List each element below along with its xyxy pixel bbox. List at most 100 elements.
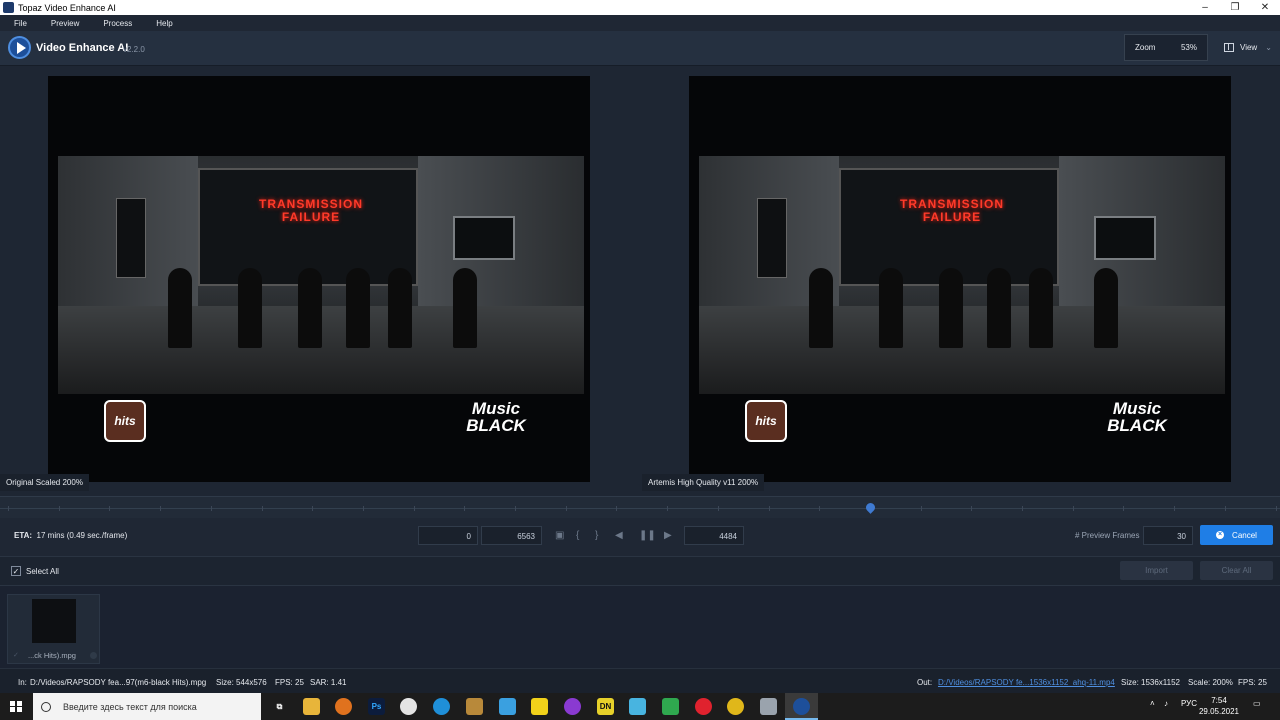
timeline-tick xyxy=(616,506,617,511)
volume-icon[interactable]: ♪ xyxy=(1164,699,1168,708)
notifications-icon[interactable]: ▭ xyxy=(1253,699,1261,708)
step-forward-icon[interactable]: ▶ xyxy=(664,530,672,541)
timeline-tick xyxy=(921,506,922,511)
input-sar: SAR: 1.41 xyxy=(310,678,347,687)
minimize-button[interactable]: – xyxy=(1190,0,1220,15)
menu-preview[interactable]: Preview xyxy=(51,19,79,28)
taskbar-search[interactable]: Введите здесь текст для поиска xyxy=(33,693,261,720)
original-caption: Original Scaled 200% xyxy=(0,474,89,491)
timeline-tick xyxy=(363,506,364,511)
chrome-icon[interactable] xyxy=(727,698,744,715)
timeline-scrubber[interactable] xyxy=(0,496,1280,518)
windows-taskbar: Введите здесь текст для поиска ⧉ Ps DN ˄… xyxy=(0,693,1280,720)
app-icon-blue[interactable] xyxy=(629,698,646,715)
zoom-value: 53% xyxy=(1180,43,1197,52)
menu-file[interactable]: File xyxy=(14,19,27,28)
task-view-icon[interactable]: ⧉ xyxy=(271,698,288,715)
original-preview-pane[interactable]: TRANSMISSION FAILURE hits Music BLACK xyxy=(48,76,590,482)
end-frame-field[interactable]: 6563 xyxy=(481,526,542,545)
app-header: Video Enhance AI v2.2.0 xyxy=(0,31,1280,66)
podcast-app-icon[interactable] xyxy=(564,698,581,715)
video-frame: TRANSMISSION FAILURE xyxy=(58,156,584,394)
timeline-tick xyxy=(769,506,770,511)
record-app-icon[interactable] xyxy=(400,698,417,715)
file-checkbox[interactable]: ✓ xyxy=(13,651,19,659)
enhanced-preview-pane[interactable]: TRANSMISSION FAILURE hits Music BLACK xyxy=(689,76,1231,482)
preview-area: TRANSMISSION FAILURE hits Music BLACK TR… xyxy=(0,66,1280,496)
hits-logo: hits xyxy=(745,400,787,442)
import-button[interactable]: Import xyxy=(1120,561,1193,580)
timeline-tick xyxy=(262,506,263,511)
output-scale: Scale: 200% xyxy=(1188,678,1233,687)
app-icon-brown[interactable] xyxy=(466,698,483,715)
view-dropdown[interactable]: View ⌄ xyxy=(1212,34,1278,61)
input-size: Size: 544x576 xyxy=(216,678,267,687)
tray-expand-icon[interactable]: ˄ xyxy=(1150,699,1155,708)
menu-help[interactable]: Help xyxy=(156,19,172,28)
cancel-button[interactable]: × Cancel xyxy=(1200,525,1273,545)
clear-all-button[interactable]: Clear All xyxy=(1200,561,1273,580)
zoom-control[interactable]: Zoom 53% xyxy=(1124,34,1208,61)
menu-process[interactable]: Process xyxy=(103,19,132,28)
start-frame-field[interactable]: 0 xyxy=(418,526,478,545)
enhanced-caption: Artemis High Quality v11 200% xyxy=(642,474,765,491)
timeline-tick xyxy=(718,506,719,511)
status-bar: In: D:/Videos/RAPSODY fea...97(m6-black … xyxy=(0,668,1280,693)
music-black-logo: Music BLACK xyxy=(466,399,526,435)
app-icon-gray[interactable] xyxy=(760,698,777,715)
music-black-logo: Music BLACK xyxy=(1107,399,1167,435)
hits-logo: hits xyxy=(104,400,146,442)
file-name: ...ck Hits).mpg xyxy=(28,651,76,660)
window-title-bar: Topaz Video Enhance AI – ❐ ✕ xyxy=(0,0,1280,15)
bracket-left-icon[interactable]: { xyxy=(576,530,579,541)
scene-text: TRANSMISSION FAILURE xyxy=(258,197,363,224)
taskbar-clock[interactable]: 7:54 29.05.2021 xyxy=(1196,695,1242,717)
file-card[interactable]: ✓ ...ck Hits).mpg xyxy=(7,594,100,664)
timeline-tick xyxy=(211,506,212,511)
current-frame-field[interactable]: 4484 xyxy=(684,526,744,545)
file-explorer-icon[interactable] xyxy=(303,698,320,715)
file-list-toolbar: ✓ Select All Import Clear All xyxy=(0,556,1280,586)
app-name: Video Enhance AI xyxy=(36,42,129,54)
app-icon-green[interactable] xyxy=(662,698,679,715)
timeline-tick xyxy=(566,506,567,511)
language-indicator[interactable]: РУС xyxy=(1181,699,1197,708)
app-icon-orange[interactable] xyxy=(335,698,352,715)
input-fps: FPS: 25 xyxy=(275,678,304,687)
downloader-icon[interactable]: DN xyxy=(597,698,614,715)
timeline-tick xyxy=(1174,506,1175,511)
edge-browser-icon[interactable] xyxy=(433,698,450,715)
select-all-checkbox[interactable]: ✓ xyxy=(11,566,21,576)
file-status-icon xyxy=(90,652,97,659)
zoom-label: Zoom xyxy=(1135,43,1156,52)
timeline-tick xyxy=(1073,506,1074,511)
playback-controls: ETA: 17 mins (0.49 sec./frame) 0 6563 ▣ … xyxy=(0,518,1280,556)
windows-logo-icon xyxy=(10,700,22,713)
timeline-playhead[interactable] xyxy=(864,501,877,514)
sticky-notes-icon[interactable] xyxy=(531,698,548,715)
step-back-icon[interactable]: ◀ xyxy=(615,530,623,541)
video-frame: TRANSMISSION FAILURE xyxy=(699,156,1225,394)
bracket-right-icon[interactable]: } xyxy=(595,530,598,541)
app-icon xyxy=(3,2,14,13)
select-all-label[interactable]: Select All xyxy=(26,567,59,576)
pause-icon[interactable]: ❚❚ xyxy=(639,530,656,541)
calculator-icon[interactable] xyxy=(499,698,516,715)
timeline-tick xyxy=(819,506,820,511)
timeline-tick xyxy=(8,506,9,511)
start-button[interactable] xyxy=(0,693,32,720)
scene-text: TRANSMISSION FAILURE xyxy=(899,197,1004,224)
input-label: In: xyxy=(18,678,27,687)
maximize-button[interactable]: ❐ xyxy=(1220,0,1250,15)
output-path-link[interactable]: D:/Videos/RAPSODY fe...1536x1152_ahq-11.… xyxy=(938,678,1115,687)
camera-icon[interactable]: ▣ xyxy=(555,530,564,541)
eta-text: ETA: 17 mins (0.49 sec./frame) xyxy=(14,531,128,540)
opera-icon[interactable] xyxy=(695,698,712,715)
file-list: ✓ ...ck Hits).mpg xyxy=(0,586,1280,668)
photoshop-icon[interactable]: Ps xyxy=(368,698,385,715)
app-version: v2.2.0 xyxy=(123,45,145,54)
preview-frames-input[interactable]: 30 xyxy=(1143,526,1193,545)
topaz-logo-icon xyxy=(8,36,31,59)
timeline-tick xyxy=(971,506,972,511)
close-button[interactable]: ✕ xyxy=(1250,0,1280,15)
